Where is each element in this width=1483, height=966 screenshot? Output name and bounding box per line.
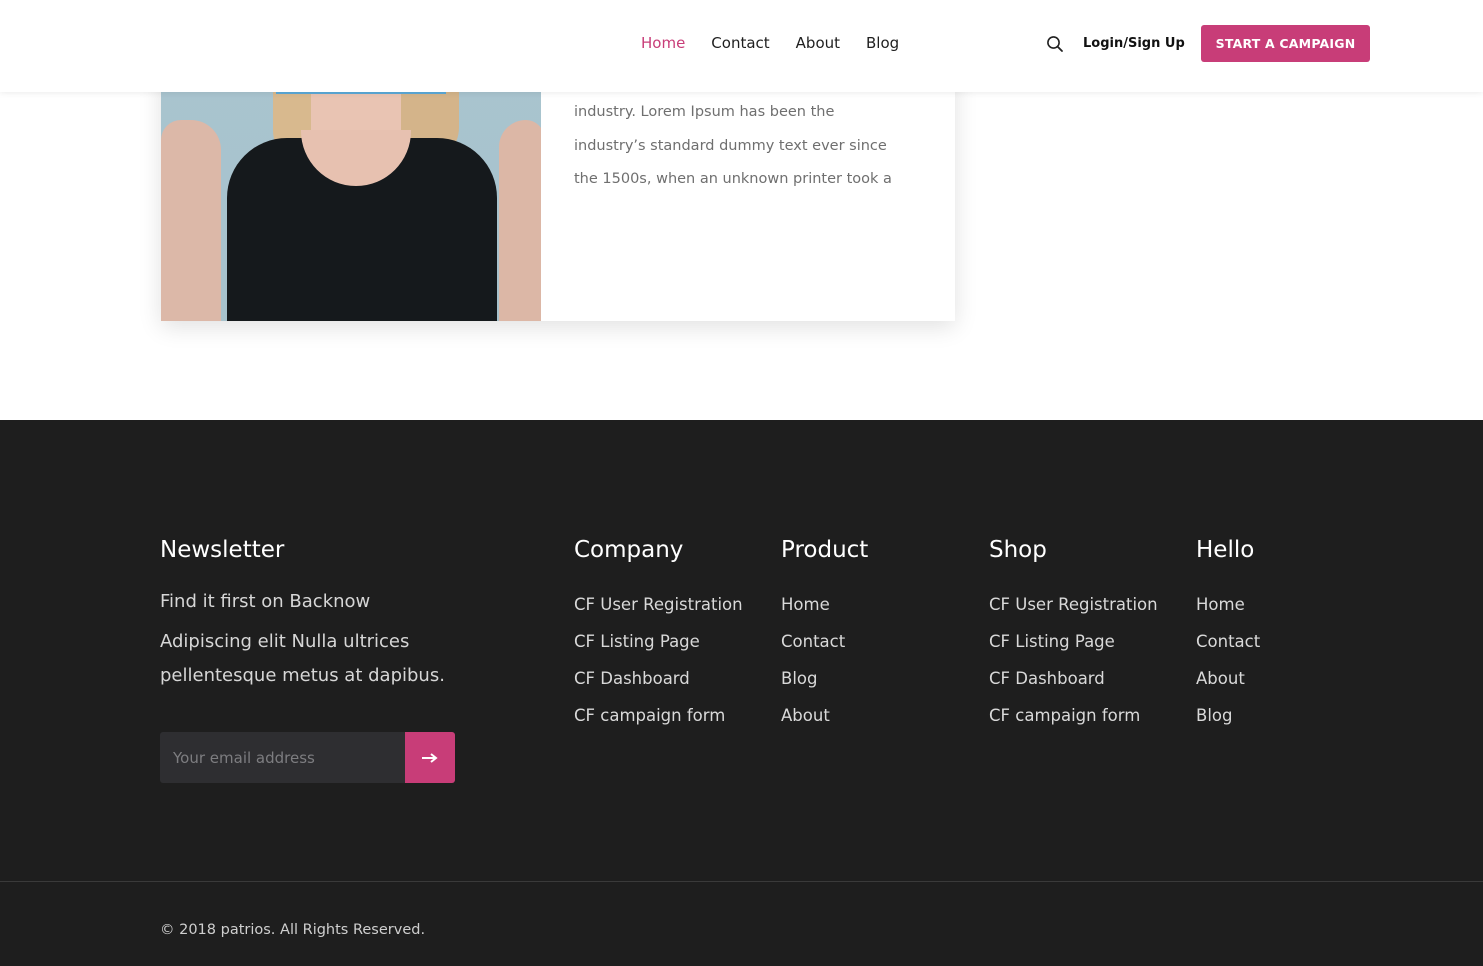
newsletter-email-input[interactable] — [160, 732, 405, 783]
excerpt-line: industry. Lorem Ipsum has been the — [574, 104, 835, 120]
company-links: CF User Registration CF Listing Page CF … — [574, 592, 744, 740]
excerpt-line: industry’s standard dummy text ever sinc… — [574, 137, 887, 154]
site-header: Home Contact About Blog Login/Sign Up ST… — [0, 0, 1483, 92]
main-nav: Home Contact About Blog — [641, 33, 925, 53]
shop-link-dashboard[interactable]: CF Dashboard — [989, 669, 1105, 688]
start-campaign-button[interactable]: START A CAMPAIGN — [1201, 25, 1370, 62]
nav-about-link[interactable]: About — [796, 33, 840, 53]
product-link-contact[interactable]: Contact — [781, 632, 845, 651]
newsletter-form — [160, 732, 455, 783]
newsletter-title: Newsletter — [160, 537, 285, 563]
newsletter-subtitle: Find it first on Backnow — [160, 591, 371, 612]
excerpt-line: the 1500s, when an unknown printer took … — [574, 171, 892, 187]
login-signup-link[interactable]: Login/Sign Up — [1083, 35, 1185, 53]
company-link-listing-page[interactable]: CF Listing Page — [574, 632, 700, 651]
hello-link-contact[interactable]: Contact — [1196, 632, 1260, 651]
shop-link-campaign-form[interactable]: CF campaign form — [989, 706, 1140, 725]
copyright-text: © 2018 patrios. All Rights Reserved. — [160, 922, 426, 938]
arrow-right-icon — [422, 752, 438, 763]
hello-link-blog[interactable]: Blog — [1196, 706, 1232, 725]
company-link-campaign-form[interactable]: CF campaign form — [574, 706, 725, 725]
product-links: Home Contact Blog About — [781, 592, 845, 740]
shop-link-listing-page[interactable]: CF Listing Page — [989, 632, 1115, 651]
hello-link-home[interactable]: Home — [1196, 595, 1245, 614]
newsletter-submit-button[interactable] — [405, 732, 455, 783]
product-link-about[interactable]: About — [781, 706, 830, 725]
site-footer: Newsletter Find it first on Backnow Adip… — [0, 420, 1483, 966]
nav-home-link[interactable]: Home — [641, 33, 685, 53]
hello-title: Hello — [1196, 537, 1255, 563]
search-icon[interactable] — [1046, 35, 1064, 53]
shop-link-user-registration[interactable]: CF User Registration — [989, 595, 1158, 614]
company-link-dashboard[interactable]: CF Dashboard — [574, 669, 690, 688]
story-card: industry. Lorem Ipsum has been the indus… — [161, 60, 955, 321]
hello-links: Home Contact About Blog — [1196, 592, 1260, 740]
story-photo — [161, 60, 541, 321]
company-link-user-registration[interactable]: CF User Registration — [574, 595, 743, 614]
nav-blog-link[interactable]: Blog — [866, 33, 899, 53]
product-title: Product — [781, 537, 869, 563]
newsletter-description: Adipiscing elit Nulla ultrices pellentes… — [160, 631, 445, 686]
shop-links: CF User Registration CF Listing Page CF … — [989, 592, 1159, 740]
story-excerpt: industry. Lorem Ipsum has been the indus… — [574, 96, 924, 197]
product-link-blog[interactable]: Blog — [781, 669, 817, 688]
footer-divider — [0, 881, 1483, 882]
shop-title: Shop — [989, 537, 1047, 563]
product-link-home[interactable]: Home — [781, 595, 830, 614]
company-title: Company — [574, 537, 684, 563]
hello-link-about[interactable]: About — [1196, 669, 1245, 688]
nav-contact-link[interactable]: Contact — [711, 33, 769, 53]
